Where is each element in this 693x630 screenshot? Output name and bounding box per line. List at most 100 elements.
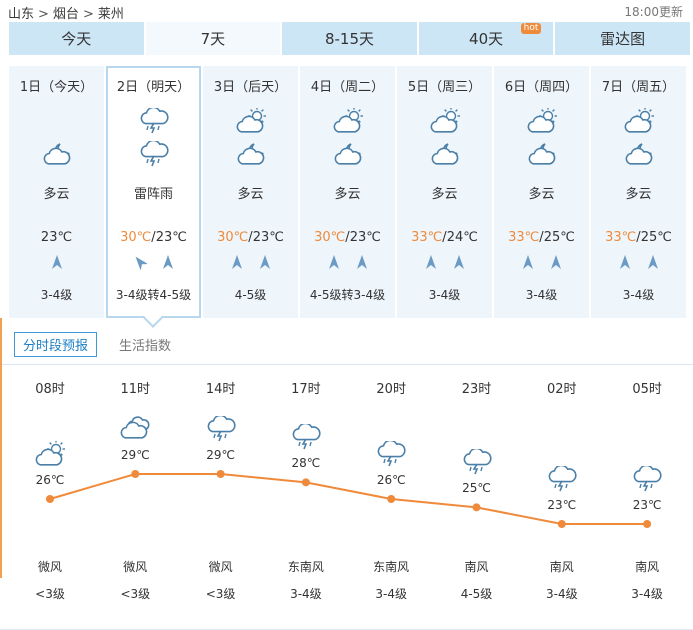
hour-label: 17时 <box>291 382 321 397</box>
partly-cloudy-day-icon <box>35 440 65 467</box>
wind-level: 3-4级 <box>428 288 461 302</box>
weather-description: 多云 <box>43 187 70 202</box>
hour-wind: 微风 <box>123 560 148 574</box>
thunderstorm-icon <box>376 439 406 467</box>
day-name: 1日（今天） <box>19 80 94 95</box>
wind-arrow-icon <box>355 254 369 274</box>
wind-level: 3-4级 <box>40 288 73 302</box>
high-temp: 30℃ <box>217 230 249 245</box>
hour-label: 20时 <box>376 382 406 397</box>
wind-arrow-icon <box>230 254 244 274</box>
hour-temp: 29℃ <box>120 448 150 462</box>
hour-wind: 南风 <box>464 560 489 574</box>
thunderstorm-icon <box>108 108 199 136</box>
hour-wind: 东南风 <box>287 560 324 574</box>
hour-wind: 东南风 <box>373 560 410 574</box>
hour-wind-level: 4-5级 <box>460 587 493 601</box>
hour-label: 11时 <box>120 382 151 397</box>
partly-cloudy-day-icon <box>397 108 492 136</box>
weather-description: 多云 <box>625 187 652 202</box>
hour-wind: 南风 <box>549 560 574 574</box>
partly-cloudy-day-icon <box>591 108 686 136</box>
thunderstorm-icon <box>108 141 199 169</box>
wind-directions <box>494 254 589 274</box>
hour-temp: 23℃ <box>632 498 662 512</box>
detail-subtabs: 分时段预报 生活指数 <box>14 331 193 357</box>
wind-level: 3-4级 <box>622 288 655 302</box>
day-card[interactable]: 3日（后天） 多云 30℃/23℃ 4-5级 <box>203 66 298 318</box>
forecast-tabs: 今天 7天 8-15天 40天 hot 雷达图 <box>9 22 690 55</box>
hour-wind-level: 3-4级 <box>545 587 578 601</box>
high-temp: 30℃ <box>314 230 346 245</box>
hour-wind: 南风 <box>635 560 660 574</box>
hour-wind-level: 3-4级 <box>631 587 663 601</box>
tab-label: 雷达图 <box>600 30 646 48</box>
wind-directions <box>108 254 199 274</box>
tab-hourly-forecast[interactable]: 分时段预报 <box>14 331 98 357</box>
cloudy-night-icon <box>397 141 492 169</box>
wind-arrow-icon <box>327 254 341 274</box>
wind-arrow-icon <box>161 254 175 274</box>
wind-arrow-icon <box>50 254 64 274</box>
day-card[interactable]: 4日（周二） 多云 30℃/23℃ 4-5级转3-4级 <box>300 66 395 318</box>
day-card[interactable]: 6日（周四） 多云 33℃/25℃ 3-4级 <box>494 66 589 318</box>
breadcrumb-city-link[interactable]: 烟台 <box>53 7 79 22</box>
breadcrumb-separator: > <box>82 7 94 22</box>
temp-point <box>301 478 310 487</box>
day-card[interactable]: 2日（明天） 雷阵雨 30℃/23℃ 3-4级转4-5级 <box>106 66 201 328</box>
weather-description: 多云 <box>237 187 264 202</box>
tab-4[interactable]: 雷达图 <box>555 22 690 55</box>
tab-life-index[interactable]: 生活指数 <box>111 333 179 356</box>
hour-wind-level: <3级 <box>205 587 236 601</box>
low-temp: 23℃ <box>40 230 73 245</box>
low-temp: 25℃ <box>640 230 672 245</box>
temperature-range: 30℃/23℃ <box>120 230 187 245</box>
tab-1[interactable]: 7天 <box>145 22 281 55</box>
low-temp: 24℃ <box>446 230 478 245</box>
temperature-range: 33℃/25℃ <box>508 230 575 245</box>
low-temp: 23℃ <box>252 230 284 245</box>
thunderstorm-icon <box>206 414 236 442</box>
wind-arrow-icon <box>258 254 272 274</box>
temperature-line <box>46 470 652 528</box>
wind-directions <box>9 254 104 274</box>
day-name: 7日（周五） <box>601 80 676 95</box>
low-temp: 23℃ <box>349 230 381 245</box>
breadcrumb-province-link[interactable]: 山东 <box>8 7 34 22</box>
temperature-range: 33℃/25℃ <box>605 230 672 245</box>
day-card[interactable]: 5日（周三） 多云 33℃/24℃ 3-4级 <box>397 66 492 318</box>
wind-level: 4-5级 <box>234 288 267 302</box>
cloudy-night-icon <box>203 141 298 169</box>
temp-point <box>216 470 225 478</box>
hour-label: 08时 <box>35 382 65 397</box>
day-name: 4日（周二） <box>310 80 385 95</box>
partly-cloudy-day-icon <box>494 108 589 136</box>
weather-description: 雷阵雨 <box>133 187 173 202</box>
hour-wind: 微风 <box>208 560 233 574</box>
breadcrumb: 山东 > 烟台 > 莱州 <box>8 3 124 22</box>
hot-badge: hot <box>520 23 542 34</box>
tab-0[interactable]: 今天 <box>9 22 144 55</box>
tab-label: 8-15天 <box>324 30 374 48</box>
tab-label: 今天 <box>61 30 92 48</box>
overcast-icon <box>120 416 150 442</box>
temperature-range: 33℃/24℃ <box>411 230 478 245</box>
hour-label: 02时 <box>547 382 577 397</box>
low-temp: 25℃ <box>543 230 575 245</box>
thunderstorm-icon <box>291 423 321 450</box>
wind-arrow-icon <box>424 254 438 274</box>
selected-pointer <box>143 308 163 328</box>
hourly-forecast: 08时 26℃ 微风 <3级 11时 29℃ 微风 <3级 14时 29℃ 微风 <3级 17时 28℃ 东… <box>2 366 693 630</box>
temperature-range: 30℃/23℃ <box>217 230 284 245</box>
temp-point <box>643 520 652 528</box>
thunderstorm-icon <box>632 464 662 492</box>
day-name: 3日（后天） <box>213 80 288 95</box>
high-temp: 33℃ <box>508 230 540 245</box>
tab-3[interactable]: 40天 hot <box>418 22 554 55</box>
hour-wind-level: <3级 <box>35 587 65 601</box>
tab-2[interactable]: 8-15天 <box>282 22 417 55</box>
day-card[interactable]: 1日（今天） 多云 23℃ 3-4级 <box>9 66 104 318</box>
cloudy-night-icon <box>494 141 589 169</box>
day-card[interactable]: 7日（周五） 多云 33℃/25℃ 3-4级 <box>591 66 686 318</box>
cloudy-night-icon <box>9 141 104 169</box>
